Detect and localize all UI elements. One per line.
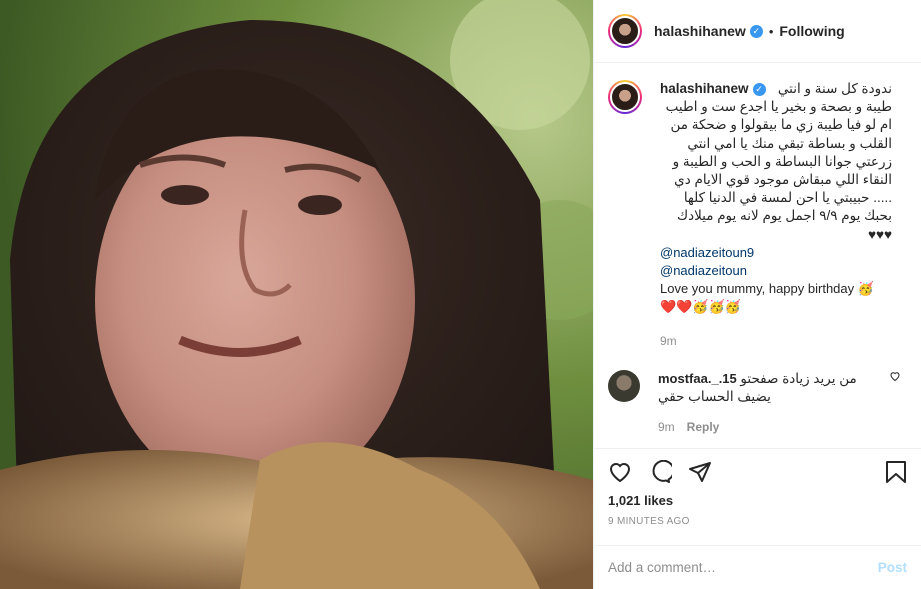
comments-list: halashihanew ✓ ندودة كل سنة و انتي طيبة و… — [594, 64, 921, 448]
mention-link[interactable]: @nadiazeitoun9 — [660, 244, 892, 262]
reply-button[interactable]: Reply — [687, 420, 720, 434]
commenter-avatar[interactable] — [608, 369, 640, 402]
small-heart-icon[interactable] — [889, 370, 901, 385]
following-button[interactable]: Following — [779, 23, 844, 39]
caption-arabic: halashihanew ✓ ندودة كل سنة و انتي طيبة و… — [660, 80, 892, 244]
comment-meta: 9m Reply — [658, 420, 888, 434]
share-icon[interactable] — [688, 460, 712, 484]
add-comment-bar: Add a comment… Post — [594, 545, 921, 589]
post-timestamp: 9 MINUTES AGO — [608, 516, 690, 527]
portrait-image — [0, 0, 593, 589]
post-button[interactable]: Post — [878, 560, 907, 575]
post-side-panel: halashihanew ✓ • Following halashihanew ✓… — [593, 0, 921, 589]
caption-avatar[interactable] — [608, 80, 642, 114]
comment-icon[interactable] — [648, 460, 672, 484]
heart-icon[interactable] — [608, 460, 632, 484]
comment-time: 9m — [658, 419, 675, 434]
comment-input[interactable]: Add a comment… — [608, 560, 878, 575]
post-header: halashihanew ✓ • Following — [594, 0, 921, 63]
author-avatar[interactable] — [608, 14, 642, 48]
caption-emoji-line: ❤️❤️🥳🥳🥳 — [660, 298, 741, 314]
likes-count[interactable]: 1,021 likes — [608, 493, 907, 508]
verified-icon: ✓ — [749, 24, 763, 38]
comment-body: mostfaa._.15 من يريد زيادة صفحتو يضيف ال… — [658, 370, 888, 434]
caption-body: halashihanew ✓ ندودة كل سنة و انتي طيبة و… — [660, 80, 892, 350]
verified-icon: ✓ — [752, 83, 766, 96]
bookmark-icon[interactable] — [885, 460, 907, 484]
commenter-username[interactable]: mostfaa._.15 — [658, 371, 737, 386]
caption-username[interactable]: halashihanew — [660, 81, 749, 96]
caption-comment: halashihanew ✓ ندودة كل سنة و انتي طيبة و… — [608, 80, 907, 350]
caption-english: @nadiazeitoun9 @nadiazeitoun Love you mu… — [660, 244, 892, 316]
caption-time: 9m — [660, 333, 677, 348]
author-username[interactable]: halashihanew — [654, 23, 746, 39]
action-bar: 1,021 likes 9 MINUTES AGO — [594, 448, 921, 527]
mention-link[interactable]: @nadiazeitoun — [660, 262, 892, 280]
comment-item: mostfaa._.15 من يريد زيادة صفحتو يضيف ال… — [608, 369, 907, 434]
separator-dot: • — [768, 23, 774, 39]
post-photo[interactable] — [0, 0, 593, 589]
caption-arabic-text: ندودة كل سنة و انتي طيبة و بصحة و بخير ي… — [665, 81, 892, 242]
caption-english-text: Love you mummy, happy birthday 🥳 — [660, 280, 874, 296]
